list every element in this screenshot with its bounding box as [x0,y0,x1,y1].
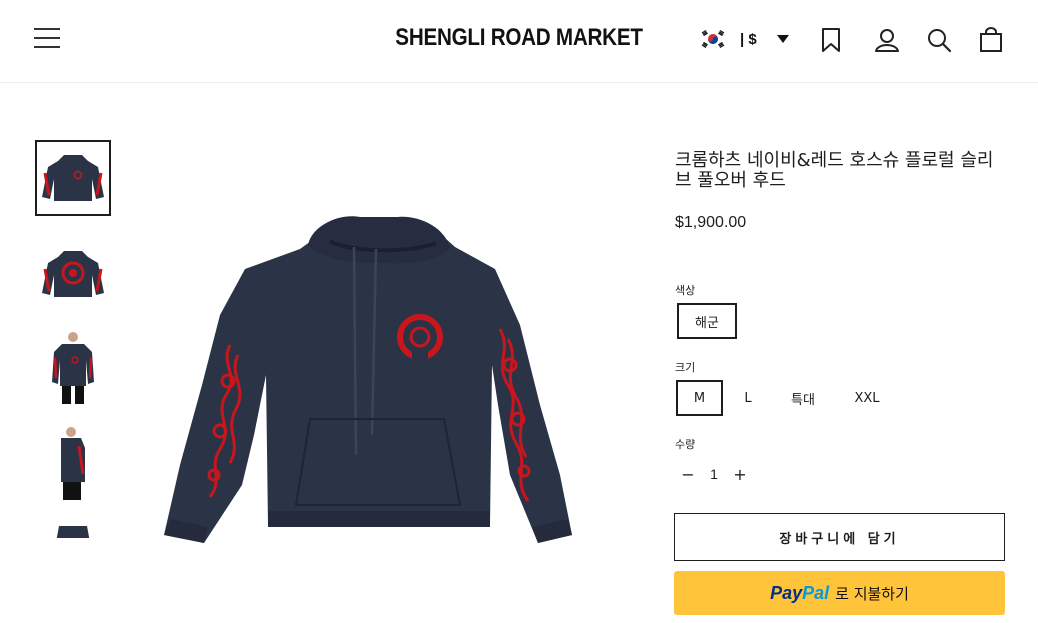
size-option-xxl[interactable]: XXL [844,380,890,416]
size-label: 크기 [675,361,696,374]
paypal-logo-pal: Pal [802,582,830,603]
quantity-decrease-button[interactable]: − [676,465,700,484]
thumbnail-back[interactable] [35,236,111,312]
menu-icon[interactable] [34,28,60,48]
thumbnail-front[interactable] [35,140,111,216]
search-icon[interactable] [926,27,952,53]
paypal-logo: PayPal [770,583,829,604]
account-icon[interactable] [874,27,900,53]
paypal-button-label: 로 지불하기 [835,584,909,603]
quantity-increase-button[interactable]: + [728,465,752,484]
color-label: 색상 [675,284,696,297]
model-side-thumbnail-image [61,427,85,500]
quantity-stepper: − 1 + [676,462,752,486]
quantity-value[interactable]: 1 [700,466,728,482]
size-option-xl[interactable]: 특대 [780,380,826,416]
product-main-image [164,216,572,543]
hoodie-back-thumbnail-image [42,251,104,297]
quantity-label: 수량 [675,438,696,451]
paypal-button[interactable]: PayPal 로 지불하기 [674,571,1005,615]
color-option-navy[interactable]: 해군 [677,303,737,339]
product-price: $1,900.00 [675,214,747,231]
thumbnail-gallery [35,140,111,538]
paypal-logo-pay: Pay [770,582,803,603]
site-header: SHENGLI ROAD MARKET | $ [0,0,1038,83]
thumbnail-model-front[interactable] [35,330,111,406]
locale-selector[interactable]: | $ [700,27,789,51]
add-to-cart-button[interactable]: 장바구니에 담기 [674,513,1005,561]
currency-label: | $ [740,30,757,48]
thumbnail-model-side[interactable] [35,426,111,502]
product-title: 크롬하츠 네이비&레드 호스슈 플로럴 슬리브 풀오버 후드 [675,150,994,191]
size-option-m[interactable]: M [676,380,723,416]
chevron-down-icon [776,35,789,43]
size-option-l[interactable]: L [732,380,764,416]
korea-flag-icon [700,29,726,49]
thumbnail-hood-detail[interactable] [35,518,111,538]
cart-icon[interactable] [978,27,1004,53]
hoodie-thumbnail-image [42,155,104,201]
model-front-thumbnail-image [52,332,94,404]
hood-detail-thumbnail-image [56,526,90,538]
bookmark-icon[interactable] [818,27,844,53]
